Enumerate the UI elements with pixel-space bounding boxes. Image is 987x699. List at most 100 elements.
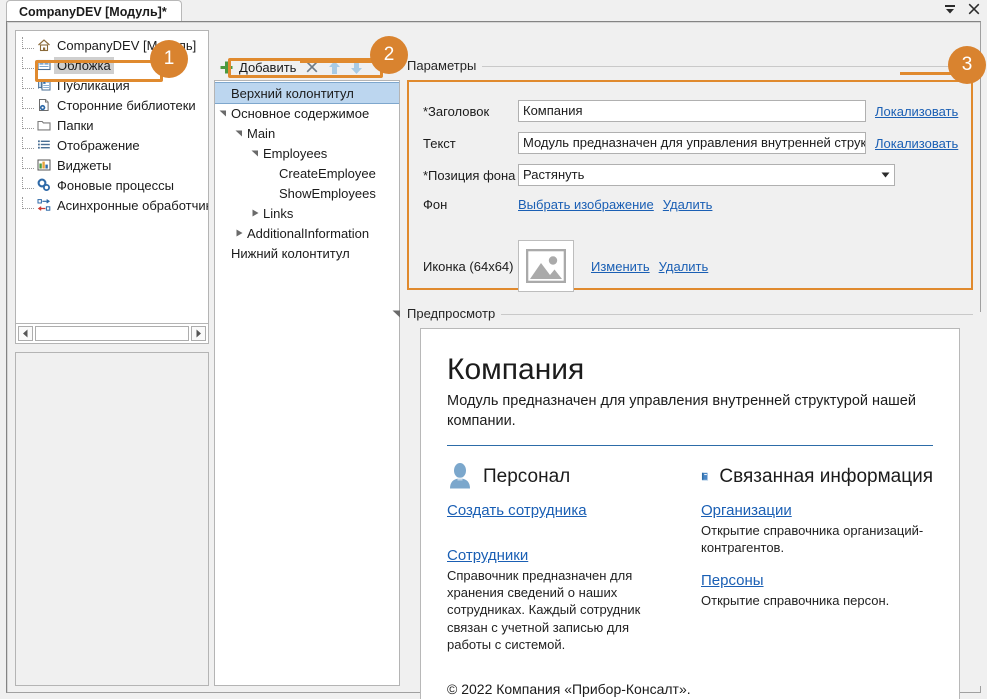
structure-node-label: Links [263,206,293,221]
icon-preview[interactable] [518,240,574,292]
icon-change-link[interactable]: Изменить [591,259,650,274]
client-area: CompanyDEV [Модуль] Обложка [6,21,981,693]
divider [501,314,973,315]
arrow-down-icon[interactable] [350,60,363,75]
close-icon[interactable] [305,60,319,74]
preview-link-employees[interactable]: Сотрудники [447,547,673,564]
document-tab[interactable]: CompanyDEV [Модуль]* [6,0,182,21]
bg-position-row: *Позиция фона Растянуть [423,164,959,186]
structure-node-additional-information[interactable]: AdditionalInformation [215,223,399,243]
list-icon [36,137,52,153]
expander-collapsed-icon[interactable] [247,209,263,217]
add-button[interactable]: Добавить [219,60,296,75]
preview-group-header: Предпросмотр [390,302,973,324]
parameters-group-title: Параметры [407,58,476,73]
preview-column-title: Персонал [483,466,570,488]
preview-link-organizations[interactable]: Организации [701,502,933,519]
preview-desc-persons: Открытие справочника персон. [701,592,933,609]
preview-link-persons[interactable]: Персоны [701,572,933,589]
preview-column-related-info: Связанная информация Организации Открыти… [701,462,933,669]
structure-node-employees[interactable]: Employees [215,143,399,163]
structure-node-header[interactable]: Верхний колонтитул [215,83,399,103]
preview-link-create-employee[interactable]: Создать сотрудника [447,502,673,519]
home-icon [36,37,52,53]
divider [482,66,973,67]
page-structure-tree[interactable]: Верхний колонтитул Основное содержимое M… [214,80,400,686]
text-localize-link[interactable]: Локализовать [875,136,958,151]
preview-content: Компания Модуль предназначен для управле… [420,328,960,699]
structure-node-links[interactable]: Links [215,203,399,223]
title-localize-link[interactable]: Локализовать [875,104,958,119]
structure-node-label: CreateEmployee [279,166,376,181]
parameters-form: *Заголовок Компания Локализовать Текст М… [407,80,973,290]
structure-node-create-employee[interactable]: CreateEmployee [215,163,399,183]
cover-icon [36,57,52,73]
text-input[interactable]: Модуль предназначен для управления внутр… [518,132,866,154]
scrollbar-thumb[interactable] [35,326,189,341]
preview-desc-employees: Справочник предназначен для хранения све… [447,567,673,653]
sidebar-properties-panel [15,352,209,686]
expanded-triangle-icon[interactable] [390,309,401,318]
preview-desc-organizations: Открытие справочника организаций-контраг… [701,522,933,556]
scroll-left-arrow-icon[interactable] [18,326,33,341]
bg-position-select[interactable]: Растянуть [518,164,895,186]
structure-node-label: AdditionalInformation [247,226,369,241]
tree-lead [22,97,34,109]
tree-lead [22,37,34,49]
expander-collapsed-icon[interactable] [231,229,247,237]
background-row: Фон Выбрать изображение Удалить [423,197,959,212]
preview-vertical-scrollbar[interactable] [973,312,982,686]
sidebar-item-widgets[interactable]: Виджеты [16,155,208,175]
icon-label: Иконка (64x64) [423,259,518,274]
person-icon [447,462,473,492]
bg-position-label: *Позиция фона [423,168,518,183]
async-icon [36,197,52,213]
structure-node-show-employees[interactable]: ShowEmployees [215,183,399,203]
expander-expanded-icon[interactable] [231,129,247,137]
preview-group-title: Предпросмотр [407,306,495,321]
widgets-icon [36,157,52,173]
structure-node-label: Основное содержимое [231,106,369,121]
text-field-row: Текст Модуль предназначен для управления… [423,132,959,154]
window-buttons [943,2,981,16]
preview-title: Компания [447,353,933,386]
sidebar-item-label: Отображение [57,138,140,153]
title-input[interactable]: Компания [518,100,866,122]
annotation-badge-1: 1 [150,40,188,78]
structure-node-main-content[interactable]: Основное содержимое [215,103,399,123]
structure-node-main[interactable]: Main [215,123,399,143]
sidebar-item-async-handlers[interactable]: Асинхронные обработчики [16,195,208,215]
collapse-icon[interactable] [943,2,957,16]
icon-delete-link[interactable]: Удалить [659,259,709,274]
arrow-up-icon[interactable] [328,60,341,75]
title-field-label: *Заголовок [423,104,518,119]
scroll-right-arrow-icon[interactable] [191,326,206,341]
sidebar-item-display[interactable]: Отображение [16,135,208,155]
sidebar-item-publication[interactable]: Публикация [16,75,208,95]
sidebar-item-label: Папки [57,118,94,133]
add-button-label: Добавить [239,60,296,75]
sidebar-item-background-processes[interactable]: Фоновые процессы [16,175,208,195]
expander-expanded-icon[interactable] [215,109,231,117]
background-delete-link[interactable]: Удалить [663,197,713,212]
publication-icon [36,77,52,93]
tree-lead [22,177,34,189]
book-icon [701,462,709,492]
sidebar-item-libraries[interactable]: Сторонние библиотеки [16,95,208,115]
close-icon[interactable] [967,2,981,16]
expander-expanded-icon[interactable] [247,149,263,157]
structure-node-footer[interactable]: Нижний колонтитул [215,243,399,263]
sidebar-item-label: Асинхронные обработчики [57,198,208,213]
sidebar-horizontal-scrollbar[interactable] [15,324,209,344]
tree-lead [22,137,34,149]
tree-lead [22,77,34,89]
structure-node-label: Верхний колонтитул [231,86,354,101]
folder-icon [36,117,52,133]
background-choose-link[interactable]: Выбрать изображение [518,197,654,212]
structure-node-label: Employees [263,146,327,161]
sidebar-item-label: Публикация [57,78,130,93]
title-bar: CompanyDEV [Модуль]* [0,0,987,21]
preview-columns: Персонал Создать сотрудника Сотрудники С… [447,462,933,669]
sidebar-item-folders[interactable]: Папки [16,115,208,135]
preview-footer: © 2022 Компания «Прибор-Консалт». [447,681,691,697]
